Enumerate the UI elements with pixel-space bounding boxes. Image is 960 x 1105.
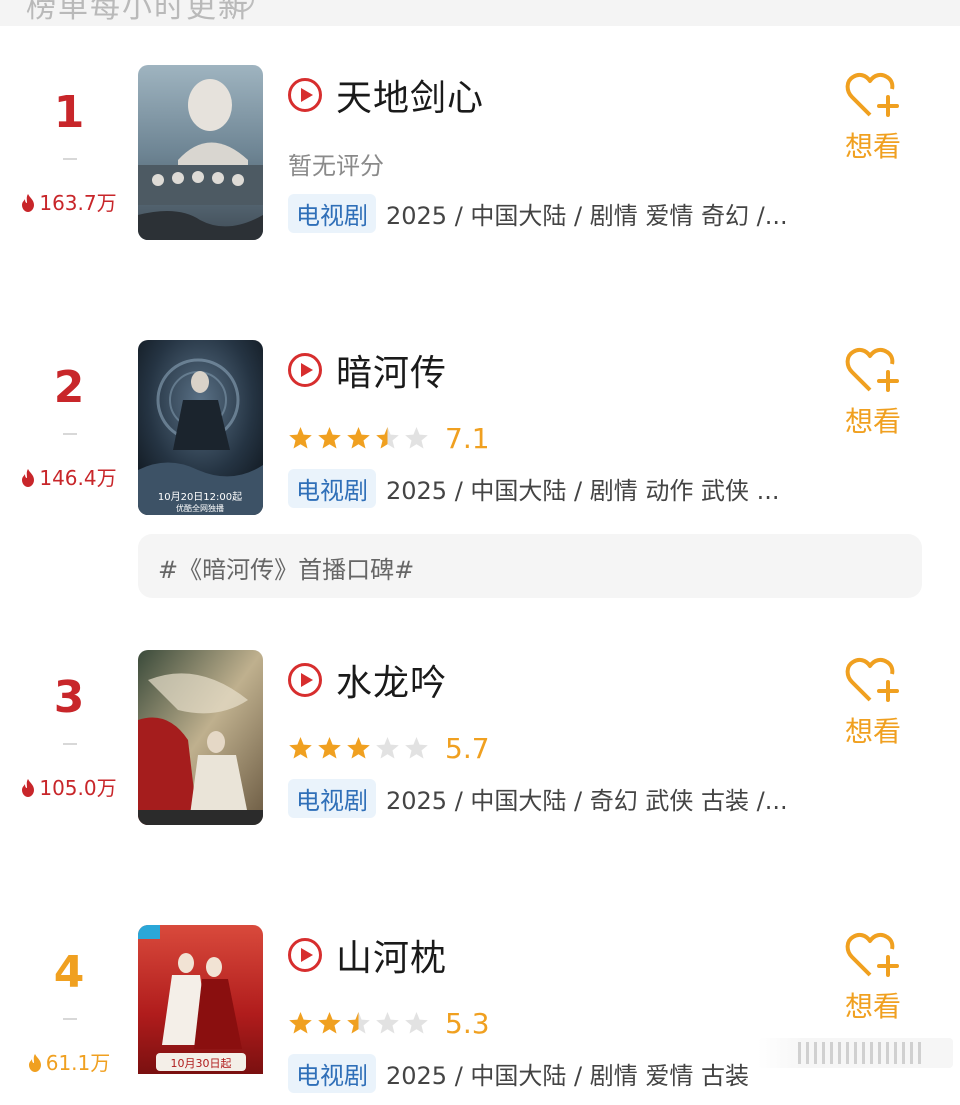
svg-text:优酷全网独播: 优酷全网独播 (176, 503, 224, 513)
star-icon (376, 736, 399, 758)
no-rating-text: 暂无评分 (288, 151, 384, 180)
type-tag: 电视剧 (288, 1053, 376, 1093)
scroll-indicator (758, 1038, 953, 1068)
want-to-watch-button[interactable]: 想看 (838, 931, 908, 1025)
list-item[interactable]: 1 163.7万 天地剑心 暂无评分 电视剧 2025 / 中国大陆 / 剧情 … (0, 65, 960, 245)
flame-icon (22, 779, 35, 797)
drama-title[interactable]: 山河枕 (336, 929, 447, 981)
star-icon (289, 736, 312, 758)
list-item[interactable]: 4 61.1万 10月30日起 山河枕 5.3 电视剧 2025 / 中国大陆 … (0, 925, 960, 1105)
rank-change-indicator (63, 1018, 77, 1020)
meta-info: 2025 / 中国大陆 / 剧情 动作 武侠 ... (386, 476, 780, 505)
rank-number: 4 (53, 947, 85, 998)
drama-title[interactable]: 暗河传 (336, 344, 447, 396)
rating-score: 7.1 (445, 421, 490, 455)
star-icon (405, 1011, 428, 1033)
meta-row: 电视剧 2025 / 中国大陆 / 剧情 爱情 奇幻 /... (288, 193, 788, 233)
svg-text:10月20日12:00起: 10月20日12:00起 (158, 491, 242, 503)
type-tag: 电视剧 (288, 193, 376, 233)
poster-image[interactable] (138, 65, 263, 240)
list-item[interactable]: 3 105.0万 水龙吟 5.7 电视剧 2025 / 中国大陆 / 奇幻 武侠… (0, 650, 960, 830)
meta-info: 2025 / 中国大陆 / 奇幻 武侠 古装 /... (386, 786, 788, 815)
star-icon (347, 736, 370, 758)
star-rating (288, 1011, 433, 1036)
star-rating (288, 736, 433, 761)
want-to-watch-label: 想看 (844, 715, 901, 748)
svg-text:10月30日起: 10月30日起 (171, 1057, 232, 1070)
star-icon (289, 426, 312, 448)
want-to-watch-label: 想看 (844, 130, 901, 163)
rank-number: 1 (53, 87, 85, 138)
update-hint-text: 榜单每小时更新 (26, 0, 250, 25)
star-icon (405, 736, 428, 758)
want-to-watch-button[interactable]: 想看 (838, 656, 908, 750)
rank-number: 3 (53, 672, 85, 723)
star-icon (347, 426, 370, 448)
want-to-watch-button[interactable]: 想看 (838, 71, 908, 165)
rank-change-indicator (63, 158, 77, 160)
type-tag: 电视剧 (288, 468, 376, 508)
drama-title[interactable]: 水龙吟 (336, 654, 447, 706)
meta-info: 2025 / 中国大陆 / 剧情 爱情 古装 (386, 1061, 750, 1090)
heart-plus-icon (845, 347, 899, 392)
heart-plus-icon (845, 932, 899, 977)
rating-score: 5.3 (445, 1006, 490, 1040)
heat-value: 146.4万 (0, 462, 138, 491)
flame-icon (22, 469, 35, 487)
play-icon[interactable] (288, 938, 322, 972)
drama-title[interactable]: 天地剑心 (336, 69, 484, 121)
topic-hashtag-bar[interactable]: #《暗河传》首播口碑# (138, 534, 922, 598)
title-row[interactable]: 天地剑心 (288, 71, 484, 119)
meta-info: 2025 / 中国大陆 / 剧情 爱情 奇幻 /... (386, 201, 788, 230)
star-icon (405, 426, 428, 448)
flame-icon (22, 194, 35, 212)
rank-number: 2 (53, 362, 85, 413)
heat-value: 163.7万 (0, 187, 138, 216)
update-hint-bar: 榜单每小时更新 (0, 0, 960, 26)
star-icon (318, 736, 341, 758)
heat-value: 105.0万 (0, 772, 138, 801)
rating-score: 5.7 (445, 731, 490, 765)
title-row[interactable]: 山河枕 (288, 931, 447, 979)
meta-row: 电视剧 2025 / 中国大陆 / 奇幻 武侠 古装 /... (288, 778, 788, 818)
rank-change-indicator (63, 743, 77, 745)
heart-plus-icon (845, 657, 899, 702)
list-item[interactable]: 2 146.4万 10月20日12:00起 优酷全网独播 暗河传 7.1 电视剧… (0, 340, 960, 520)
want-to-watch-label: 想看 (844, 990, 901, 1023)
poster-image[interactable]: 10月20日12:00起 优酷全网独播 (138, 340, 263, 515)
rank-change-indicator (63, 433, 77, 435)
rating-row: 5.7 (288, 728, 490, 768)
star-icon (289, 1011, 312, 1033)
rating-row: 暂无评分 (288, 143, 384, 183)
star-icon (318, 426, 341, 448)
meta-row: 电视剧 2025 / 中国大陆 / 剧情 爱情 古装 (288, 1053, 749, 1093)
heart-plus-icon (845, 72, 899, 117)
rating-row: 5.3 (288, 1003, 490, 1043)
play-icon[interactable] (288, 78, 322, 112)
play-icon[interactable] (288, 663, 322, 697)
poster-image[interactable] (138, 650, 263, 825)
topic-hashtag-text[interactable]: #《暗河传》首播口碑# (158, 550, 414, 585)
want-to-watch-label: 想看 (844, 405, 901, 438)
flame-icon (28, 1054, 41, 1072)
star-icon (318, 1011, 341, 1033)
heat-value: 61.1万 (0, 1047, 138, 1076)
star-icon (376, 1011, 399, 1033)
meta-row: 电视剧 2025 / 中国大陆 / 剧情 动作 武侠 ... (288, 468, 780, 508)
type-tag: 电视剧 (288, 778, 376, 818)
title-row[interactable]: 暗河传 (288, 346, 447, 394)
star-icon (376, 426, 399, 448)
star-icon (347, 1011, 370, 1033)
star-rating (288, 426, 433, 451)
want-to-watch-button[interactable]: 想看 (838, 346, 908, 440)
play-icon[interactable] (288, 353, 322, 387)
rating-row: 7.1 (288, 418, 490, 458)
title-row[interactable]: 水龙吟 (288, 656, 447, 704)
